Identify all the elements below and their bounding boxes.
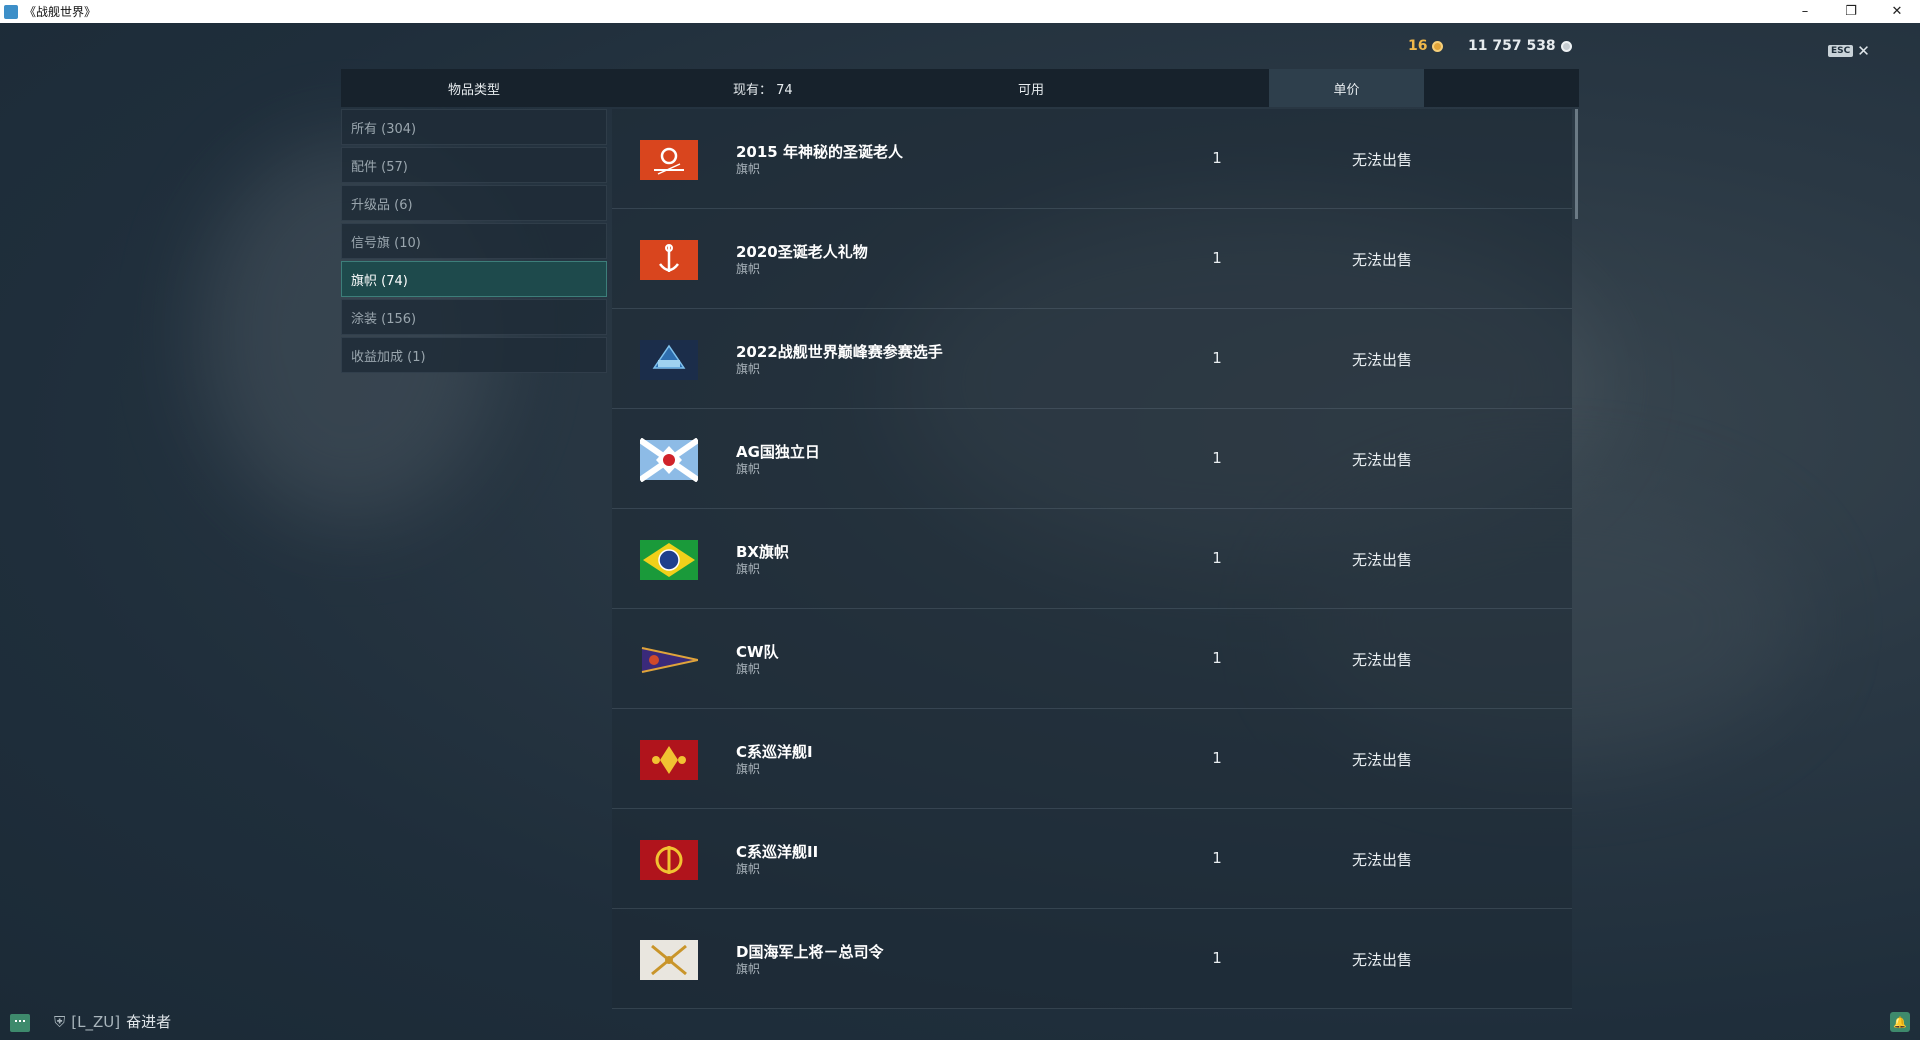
item-name: AG国独立日	[736, 443, 820, 461]
list-item[interactable]: C系巡洋舰II 旗帜 1 无法出售	[612, 809, 1572, 909]
list-item[interactable]: C系巡洋舰I 旗帜 1 无法出售	[612, 709, 1572, 809]
shield-icon: ⛨	[54, 1012, 66, 1031]
item-price: 无法出售	[1351, 951, 1412, 969]
item-available: 1	[1212, 849, 1222, 867]
item-available: 1	[1212, 349, 1222, 367]
sidebar-item-modules[interactable]: 配件 (57)	[341, 147, 607, 183]
item-available: 1	[1212, 749, 1222, 767]
item-category: 旗帜	[736, 362, 761, 376]
list-item[interactable]: CW队 旗帜 1 无法出售	[612, 609, 1572, 709]
item-name: 2022战舰世界巅峰赛参赛选手	[736, 343, 943, 361]
bx-flag-icon	[640, 540, 698, 580]
item-available: 1	[1212, 949, 1222, 967]
list-item[interactable]: AG国独立日 旗帜 1 无法出售	[612, 409, 1572, 509]
item-price: 无法出售	[1351, 851, 1412, 869]
credits-value: 11 757 538	[1468, 38, 1556, 54]
list-item[interactable]: 2015 年神秘的圣诞老人 旗帜 1 无法出售	[612, 109, 1572, 209]
window-title: 《战舰世界》	[24, 5, 97, 19]
esc-close-button[interactable]: ESC ✕	[1828, 42, 1870, 60]
header-have-count: 现有： 74	[733, 82, 793, 98]
sidebar-item-flags[interactable]: 旗帜 (74)	[341, 261, 607, 297]
ag-independence-flag-icon	[640, 438, 698, 482]
item-category: 旗帜	[736, 662, 761, 676]
notification-bell-icon[interactable]: 🔔	[1890, 1012, 1910, 1032]
item-name: C系巡洋舰I	[736, 743, 813, 761]
minimize-button[interactable]: –	[1782, 0, 1828, 23]
item-category: 旗帜	[736, 162, 761, 176]
list-scrollbar[interactable]	[1575, 109, 1578, 219]
window-titlebar: 《战舰世界》 – ❐ ✕	[0, 0, 1920, 23]
header-available[interactable]: 可用	[981, 69, 1081, 107]
doubloons-balance: 16	[1408, 38, 1444, 54]
gold-doubloon-icon	[1432, 40, 1444, 52]
item-category: 旗帜	[736, 262, 761, 276]
silver-credits-icon	[1560, 40, 1572, 52]
sidebar-item-boosters[interactable]: 收益加成 (1)	[341, 337, 607, 373]
item-price: 无法出售	[1351, 751, 1412, 769]
item-price: 无法出售	[1351, 651, 1412, 669]
table-header: 物品类型 现有： 74 可用 单价	[341, 69, 1579, 107]
header-unit-price[interactable]: 单价	[1269, 69, 1424, 107]
item-available: 1	[1212, 549, 1222, 567]
list-item[interactable]: 2022战舰世界巅峰赛参赛选手 旗帜 1 无法出售	[612, 309, 1572, 409]
item-price: 无法出售	[1351, 351, 1412, 369]
c-cruiser-ii-flag-icon	[640, 840, 698, 880]
item-price: 无法出售	[1351, 551, 1412, 569]
list-item[interactable]: D国海军上将－总司令 旗帜 1 无法出售	[612, 909, 1572, 1009]
chat-button[interactable]	[10, 1014, 30, 1032]
restore-button[interactable]: ❐	[1828, 0, 1874, 23]
c-cruiser-i-flag-icon	[640, 740, 698, 780]
player-name: 奋进者	[126, 1013, 172, 1031]
santa-2020-flag-icon	[640, 240, 698, 280]
item-available: 1	[1212, 449, 1222, 467]
item-price: 无法出售	[1351, 451, 1412, 469]
list-item[interactable]: BX旗帜 旗帜 1 无法出售	[612, 509, 1572, 609]
header-item-type: 物品类型	[447, 82, 500, 98]
d-admiral-flag-icon	[640, 940, 698, 980]
item-available: 1	[1212, 649, 1222, 667]
championship-2022-flag-icon	[640, 340, 698, 380]
sidebar-item-camouflage[interactable]: 涂装 (156)	[341, 299, 607, 335]
item-name: BX旗帜	[736, 543, 789, 561]
item-category: 旗帜	[736, 962, 761, 976]
cw-team-pennant-icon	[641, 647, 698, 673]
santa-2015-flag-icon	[640, 140, 698, 180]
sidebar-item-upgrades[interactable]: 升级品 (6)	[341, 185, 607, 221]
item-name: D国海军上将－总司令	[736, 943, 884, 961]
item-category: 旗帜	[736, 462, 761, 476]
item-available: 1	[1212, 149, 1222, 167]
close-window-button[interactable]: ✕	[1874, 0, 1920, 23]
clan-tag: [L_ZU]	[71, 1012, 121, 1031]
item-name: 2020圣诞老人礼物	[736, 243, 868, 261]
player-info: ⛨ [L_ZU] 奋进者	[54, 1011, 171, 1032]
item-category: 旗帜	[736, 562, 761, 576]
sidebar-item-signals[interactable]: 信号旗 (10)	[341, 223, 607, 259]
item-available: 1	[1212, 249, 1222, 267]
esc-key-icon: ESC	[1828, 45, 1854, 57]
app-icon	[4, 4, 18, 19]
item-name: C系巡洋舰II	[736, 843, 819, 861]
doubloons-value: 16	[1408, 38, 1428, 54]
item-list: 2015 年神秘的圣诞老人 旗帜 1 无法出售 2020圣诞老人礼物 旗帜 1 …	[612, 109, 1572, 1009]
item-category: 旗帜	[736, 762, 761, 776]
close-icon: ✕	[1857, 42, 1870, 60]
sidebar-item-all[interactable]: 所有 (304)	[341, 109, 607, 145]
list-item[interactable]: 2020圣诞老人礼物 旗帜 1 无法出售	[612, 209, 1572, 309]
item-price: 无法出售	[1351, 251, 1412, 269]
item-price: 无法出售	[1351, 151, 1412, 169]
credits-balance: 11 757 538	[1468, 38, 1572, 54]
item-name: CW队	[736, 643, 779, 661]
item-name: 2015 年神秘的圣诞老人	[736, 143, 903, 161]
category-sidebar: 所有 (304) 配件 (57) 升级品 (6) 信号旗 (10) 旗帜 (74…	[341, 109, 607, 375]
item-category: 旗帜	[736, 862, 761, 876]
